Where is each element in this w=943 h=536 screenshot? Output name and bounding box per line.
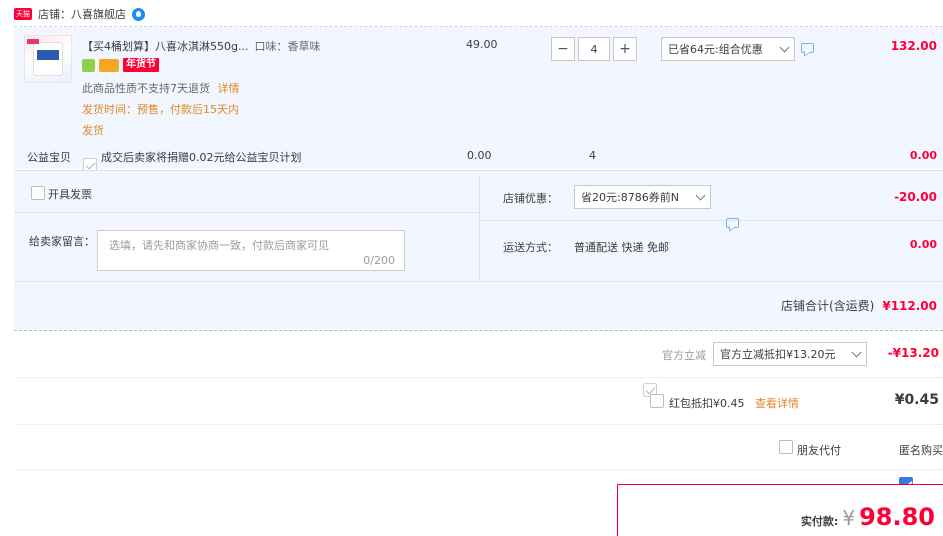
item-title[interactable]: 【买4桶划算】八喜冰淇淋550g... [82, 38, 248, 54]
message-placeholder: 选填，请先和商家协商一致，付款后商家可见 [109, 239, 329, 252]
pay-currency: ¥ [842, 506, 856, 530]
shop-total-divider [14, 330, 943, 331]
pay-label: 实付款: [800, 515, 839, 528]
redpacket-checkbox[interactable] [650, 394, 664, 408]
ship-time: 发货时间：预售，付款后15天内 [82, 103, 239, 116]
panel-vertical-divider [479, 176, 480, 280]
charity-desc: 成交后卖家将捐赠0.02元给公益宝贝计划 [101, 151, 302, 164]
shipping-label: 运送方式： [503, 241, 558, 254]
friend-pay-checkbox[interactable] [779, 440, 793, 454]
shop-name[interactable]: 八喜旗舰店 [71, 6, 126, 22]
charity-amount: 0.00 [909, 149, 937, 162]
festival-tag: 年货节 [123, 58, 159, 72]
no-return-detail-link[interactable]: 详情 [218, 82, 240, 95]
no-return-note: 此商品性质不支持7天退货 [82, 82, 210, 95]
shop-discount-label: 店铺优惠： [503, 192, 558, 205]
redpacket-detail-link[interactable]: 查看详情 [755, 395, 799, 411]
charity-qty: 4 [589, 149, 596, 162]
shop-discount-info-icon[interactable] [726, 218, 739, 228]
shop-discount-select[interactable]: 省20元:8786券前N [574, 185, 711, 209]
pay-amount: 98.80 [859, 503, 935, 531]
invoice-checkbox[interactable] [31, 186, 45, 200]
message-textarea[interactable]: 选填，请先和商家协商一致，付款后商家可见 0/200 [97, 230, 405, 271]
chevron-down-icon [851, 347, 862, 357]
official-divider [14, 377, 943, 378]
shipping-method: 普通配送 快递 免邮 [574, 241, 669, 254]
chevron-down-icon [695, 190, 706, 200]
item-price: 49.00 [466, 38, 498, 51]
item-discount-value: 已省64元:组合优惠 [668, 43, 763, 56]
official-discount-label: 官方立减 [662, 349, 706, 362]
panel-bottom-hdivider [14, 281, 943, 282]
charity-label: 公益宝贝 [27, 151, 71, 164]
credit-card-icon [99, 58, 119, 72]
message-counter: 0/200 [363, 254, 395, 267]
panel-right-hdivider [479, 220, 943, 221]
discount-info-icon[interactable] [801, 43, 814, 53]
product-image[interactable] [24, 35, 72, 83]
options-divider [14, 469, 943, 470]
shop-discount-amount: -20.00 [894, 190, 937, 204]
qty-input[interactable]: 4 [578, 37, 610, 61]
qty-minus-button[interactable]: − [551, 37, 575, 61]
wangwang-icon[interactable] [132, 7, 145, 21]
shop-header: 天猫 店铺： 八喜旗舰店 [14, 5, 145, 23]
charity-price: 0.00 [467, 149, 492, 162]
item-subtotal: 132.00 [890, 39, 937, 53]
shop-discount-value: 省20元:8786券前N [581, 191, 679, 204]
message-label: 给卖家留言： [29, 235, 95, 248]
official-discount-select[interactable]: 官方立减抵扣¥13.20元 [713, 342, 867, 366]
redpacket-divider [14, 424, 943, 425]
pay-box: 实付款: ¥ 98.80 [617, 484, 943, 536]
official-discount-value: 官方立减抵扣¥13.20元 [720, 348, 836, 361]
shipping-amount: 0.00 [909, 238, 937, 251]
friend-pay-label[interactable]: 朋友代付 [797, 442, 841, 458]
anonymous-label[interactable]: 匿名购买 [899, 442, 943, 458]
chevron-down-icon [779, 42, 790, 52]
item-info: 【买4桶划算】八喜冰淇淋550g... 口味：香草味 年货节 此商品性质不支持7… [82, 38, 382, 138]
shop-total-label: 店铺合计(含运费) [780, 299, 875, 313]
invoice-label[interactable]: 开具发票 [48, 186, 92, 202]
redpacket-label[interactable]: 红包抵扣¥0.45 [669, 395, 745, 411]
shop-total: 店铺合计(含运费) ¥112.00 [781, 297, 937, 314]
item-discount-select[interactable]: 已省64元:组合优惠 [661, 37, 795, 61]
shop-label: 店铺： [38, 8, 71, 21]
shop-total-amount: ¥112.00 [882, 299, 937, 313]
item-attr: 口味：香草味 [254, 40, 321, 53]
official-discount-amount: -¥13.20 [887, 346, 939, 360]
quantity-stepper: − 4 + [551, 37, 637, 61]
panel-left-hdivider [14, 212, 479, 213]
qty-plus-button[interactable]: + [613, 37, 637, 61]
redpacket-amount: ¥0.45 [894, 392, 939, 408]
tmall-badge: 天猫 [14, 8, 32, 20]
service-icon [82, 58, 95, 72]
ship-time-cont: 发货 [82, 124, 104, 137]
